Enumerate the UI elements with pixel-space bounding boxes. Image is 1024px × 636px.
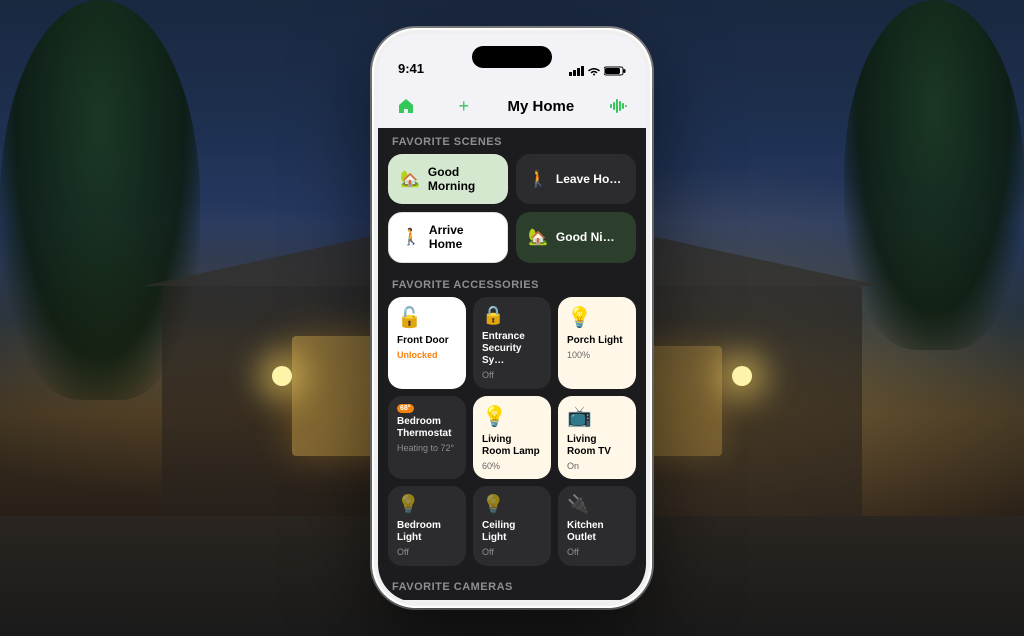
cameras-section-header: Favorite Cameras [388,573,636,599]
nav-title: My Home [508,98,575,115]
phone-inner: 9:41 [378,34,646,602]
bedroom-light-icon: 💡 [397,494,457,515]
accessory-entrance-security[interactable]: 🔒 Entrance Security Sy… Off [473,297,551,389]
home-icon [397,97,415,115]
bedroom-light-status: Off [397,547,457,558]
kitchen-outlet-status: Off [567,547,627,558]
front-door-icon: 🔓 [397,305,457,330]
accessory-bedroom-thermostat[interactable]: 68° Bedroom Thermostat Heating to 72° [388,396,466,480]
status-icons [569,66,626,76]
accessory-kitchen-outlet[interactable]: 🔌 Kitchen Outlet Off [558,486,636,566]
living-room-lamp-icon: 💡 [482,404,542,429]
living-room-tv-name: Living Room TV [567,434,627,458]
accessory-living-room-tv[interactable]: 📺 Living Room TV On [558,396,636,480]
accessory-porch-light[interactable]: 💡 Porch Light 100% [558,297,636,389]
app-content: + My Home [378,84,646,602]
wifi-icon [588,67,600,76]
scenes-grid: 🏡 Good Morning 🚶 Leave Ho… 🚶 Arrive Home [388,154,636,263]
thermostat-icon-wrapper: 68° [397,404,457,413]
entrance-security-name: Entrance Security Sy… [482,331,542,367]
home-nav-icon[interactable] [392,92,420,120]
front-door-status: Unlocked [397,350,457,361]
accessories-grid: 🔓 Front Door Unlocked 🔒 Entrance Securit… [388,297,636,567]
porch-light-name: Porch Light [567,335,627,347]
scene-leave-home-label: Leave Ho… [556,172,621,186]
thermostat-temp-badge: 68° [397,404,414,413]
accessory-bedroom-light[interactable]: 💡 Bedroom Light Off [388,486,466,566]
ceiling-light-icon: 💡 [482,494,542,515]
entrance-security-icon: 🔒 [482,305,542,326]
siri-nav-icon[interactable] [604,92,632,120]
scene-good-morning[interactable]: 🏡 Good Morning [388,154,508,204]
front-door-name: Front Door [397,335,457,347]
scene-leave-home-icon: 🚶 [528,169,548,189]
light-left [272,366,292,386]
accessory-front-door[interactable]: 🔓 Front Door Unlocked [388,297,466,389]
dynamic-island [472,46,552,68]
scene-arrive-home-icon: 🚶 [401,227,421,247]
status-time: 9:41 [398,61,424,76]
accessory-ceiling-light[interactable]: 💡 Ceiling Light Off [473,486,551,566]
thermostat-name: Bedroom Thermostat [397,416,457,440]
thermostat-status: Heating to 72° [397,443,457,454]
tree-right [844,0,1024,350]
entrance-security-status: Off [482,370,542,381]
living-room-tv-status: On [567,461,627,472]
scroll-content[interactable]: Favorite Scenes 🏡 Good Morning 🚶 Leave H… [378,128,646,600]
phone-wrapper: 9:41 [372,28,652,608]
scene-arrive-home-label: Arrive Home [429,223,495,252]
ceiling-light-name: Ceiling Light [482,520,542,544]
scene-good-night-icon: 🏡 [528,227,548,247]
ceiling-light-status: Off [482,547,542,558]
scene-good-morning-label: Good Morning [428,165,496,194]
living-room-tv-icon: 📺 [567,404,627,429]
phone: 9:41 [372,28,652,608]
nav-bar: + My Home [378,84,646,128]
accessories-section-header: Favorite Accessories [388,271,636,297]
porch-light-icon: 💡 [567,305,627,330]
scenes-section-header: Favorite Scenes [388,128,636,154]
scene-good-night[interactable]: 🏡 Good Ni… [516,212,636,263]
scene-arrive-home[interactable]: 🚶 Arrive Home [388,212,508,263]
porch-light-status: 100% [567,350,627,361]
light-right [732,366,752,386]
kitchen-outlet-name: Kitchen Outlet [567,520,627,544]
accessory-living-room-lamp[interactable]: 💡 Living Room Lamp 60% [473,396,551,480]
living-room-lamp-status: 60% [482,461,542,472]
signal-icon [569,66,584,76]
bedroom-light-name: Bedroom Light [397,520,457,544]
add-nav-button[interactable]: + [450,92,478,120]
scene-good-morning-icon: 🏡 [400,169,420,189]
scene-good-night-label: Good Ni… [556,230,615,244]
scene-leave-home[interactable]: 🚶 Leave Ho… [516,154,636,204]
living-room-lamp-name: Living Room Lamp [482,434,542,458]
siri-icon [609,98,627,114]
battery-icon [604,66,626,76]
kitchen-outlet-icon: 🔌 [567,494,627,515]
